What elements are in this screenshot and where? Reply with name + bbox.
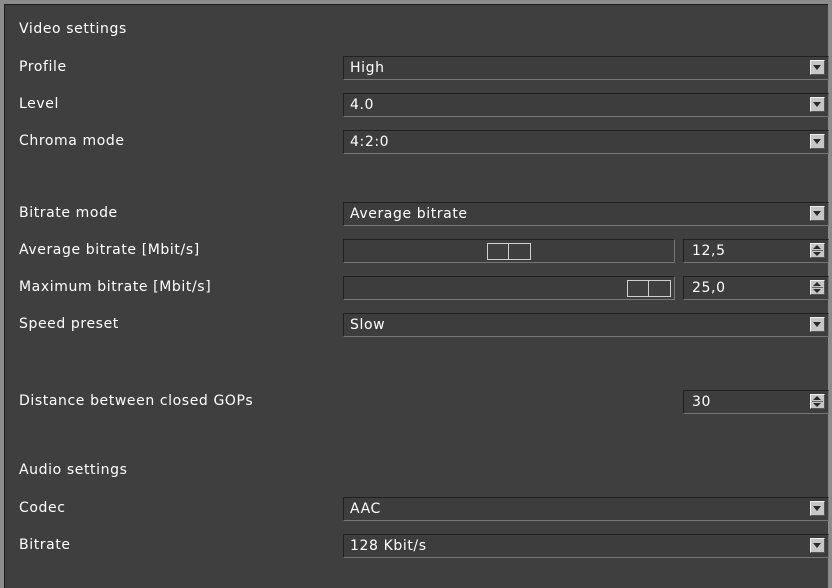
chroma-select[interactable]: 4:2:0: [343, 130, 829, 154]
spin-up-down-icon[interactable]: [810, 243, 825, 258]
gop-distance-row: Distance between closed GOPs 30: [5, 389, 829, 415]
chevron-down-icon[interactable]: [810, 97, 825, 112]
codec-row: Codec AAC: [5, 496, 829, 522]
avg-bitrate-slider-thumb[interactable]: [487, 243, 531, 260]
speed-preset-select[interactable]: Slow: [343, 313, 829, 337]
avg-bitrate-value: 12,5: [692, 243, 726, 259]
level-value: 4.0: [350, 97, 375, 113]
max-bitrate-row: Maximum bitrate [Mbit/s] 25,0: [5, 275, 829, 301]
gop-distance-spinbox[interactable]: 30: [683, 390, 829, 414]
profile-value: High: [350, 60, 385, 76]
chevron-down-icon[interactable]: [810, 206, 825, 221]
bitrate-mode-select[interactable]: Average bitrate: [343, 202, 829, 226]
profile-label: Profile: [19, 59, 67, 75]
codec-select[interactable]: AAC: [343, 497, 829, 521]
video-settings-heading: Video settings: [19, 21, 127, 37]
codec-label: Codec: [19, 500, 66, 516]
avg-bitrate-row: Average bitrate [Mbit/s] 12,5: [5, 238, 829, 264]
spin-up-down-icon[interactable]: [810, 394, 825, 409]
chevron-down-icon[interactable]: [810, 134, 825, 149]
level-select[interactable]: 4.0: [343, 93, 829, 117]
max-bitrate-value: 25,0: [692, 280, 726, 296]
avg-bitrate-slider[interactable]: [343, 239, 675, 263]
gop-distance-label: Distance between closed GOPs: [19, 393, 254, 409]
level-label: Level: [19, 96, 59, 112]
spin-up-down-icon[interactable]: [810, 280, 825, 295]
settings-panel: Video settings Profile High Level 4.0 Ch…: [4, 4, 829, 588]
audio-bitrate-select[interactable]: 128 Kbit/s: [343, 534, 829, 558]
max-bitrate-slider[interactable]: [343, 276, 675, 300]
bitrate-mode-label: Bitrate mode: [19, 205, 118, 221]
chroma-row: Chroma mode 4:2:0: [5, 129, 829, 155]
bitrate-mode-value: Average bitrate: [350, 206, 468, 222]
profile-row: Profile High: [5, 55, 829, 81]
audio-settings-heading: Audio settings: [19, 462, 128, 478]
codec-value: AAC: [350, 501, 381, 517]
gop-distance-value: 30: [692, 394, 712, 410]
chevron-down-icon[interactable]: [810, 501, 825, 516]
chevron-down-icon[interactable]: [810, 60, 825, 75]
speed-preset-value: Slow: [350, 317, 386, 333]
audio-bitrate-row: Bitrate 128 Kbit/s: [5, 533, 829, 559]
max-bitrate-spinbox[interactable]: 25,0: [683, 276, 829, 300]
chroma-value: 4:2:0: [350, 134, 390, 150]
chevron-down-icon[interactable]: [810, 538, 825, 553]
avg-bitrate-spinbox[interactable]: 12,5: [683, 239, 829, 263]
level-row: Level 4.0: [5, 92, 829, 118]
max-bitrate-slider-thumb[interactable]: [627, 280, 671, 297]
audio-bitrate-value: 128 Kbit/s: [350, 538, 427, 554]
speed-preset-row: Speed preset Slow: [5, 312, 829, 338]
max-bitrate-label: Maximum bitrate [Mbit/s]: [19, 279, 212, 295]
avg-bitrate-label: Average bitrate [Mbit/s]: [19, 242, 200, 258]
speed-preset-label: Speed preset: [19, 316, 119, 332]
profile-select[interactable]: High: [343, 56, 829, 80]
chroma-label: Chroma mode: [19, 133, 125, 149]
bitrate-mode-row: Bitrate mode Average bitrate: [5, 201, 829, 227]
chevron-down-icon[interactable]: [810, 317, 825, 332]
audio-bitrate-label: Bitrate: [19, 537, 71, 553]
